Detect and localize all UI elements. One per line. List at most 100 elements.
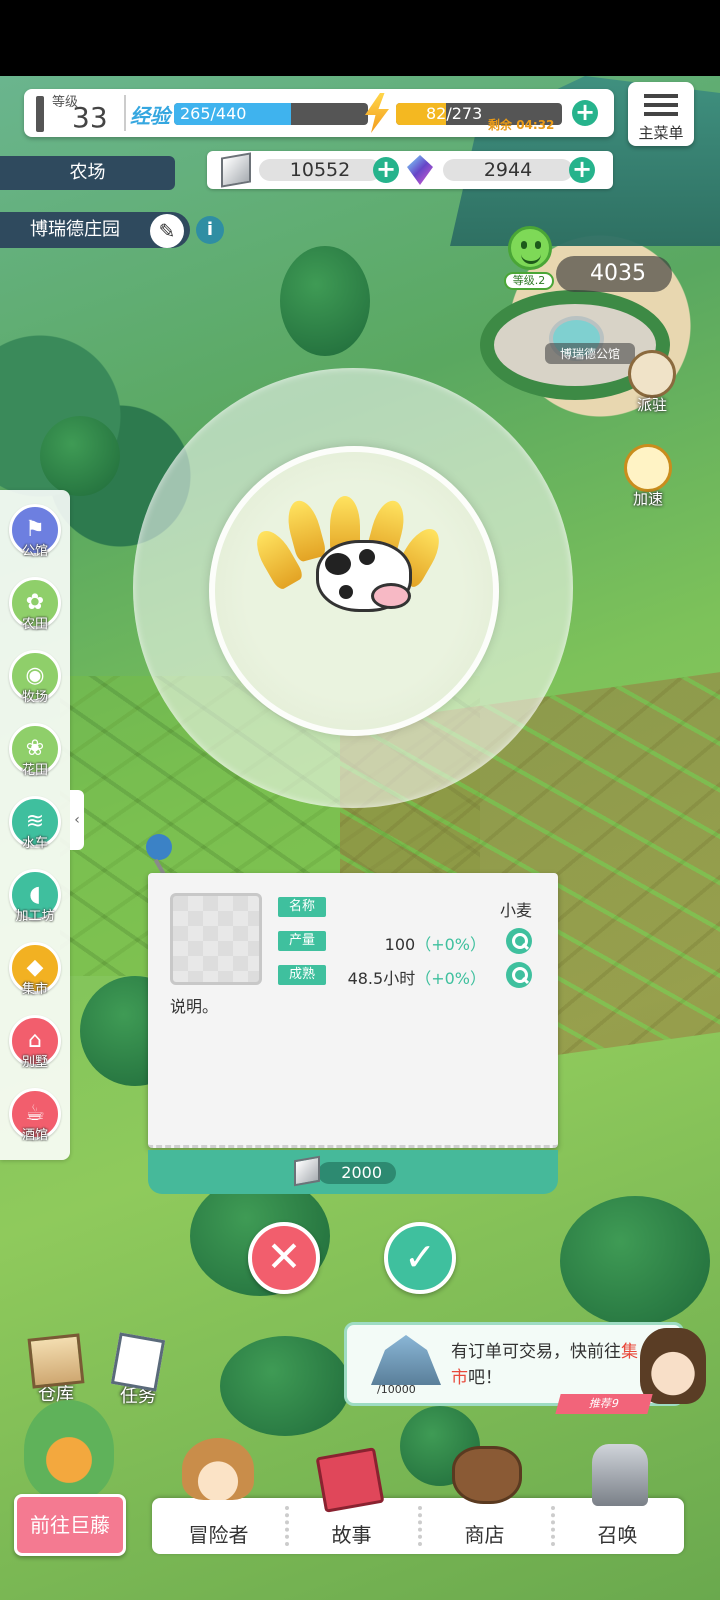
cow-nose <box>371 583 411 609</box>
sidebar-item-market[interactable]: ◆ 集市 <box>6 942 64 1012</box>
quest-button[interactable]: 任务 <box>106 1332 170 1408</box>
exp-label: 经验 <box>130 104 170 128</box>
tree <box>560 1196 710 1326</box>
energy-timer: 剩余 04:32 <box>488 116 554 133</box>
crystal-amount: 2944 <box>443 159 573 181</box>
level-marker <box>36 96 44 132</box>
sidebar-item-farmland[interactable]: ✿ 农田 <box>6 577 64 647</box>
speed-up-button[interactable]: 加速 <box>618 444 678 514</box>
info-icon[interactable]: i <box>196 216 224 244</box>
nav-label: 故事 <box>331 1523 372 1547</box>
building-sidebar: ⚑ 公馆 ✿ 农田 ◉ 牧场 ❀ 花田 ≋ 水车 ◖ 加工坊 ◆ 集市 ⌂ 别墅… <box>0 490 70 1160</box>
warehouse-icon <box>27 1333 85 1389</box>
nav-shop[interactable]: 商店 <box>418 1498 551 1554</box>
add-crystal-button[interactable]: + <box>569 157 595 183</box>
main-menu-label: 主菜单 <box>638 124 684 142</box>
bottom-nav: 冒险者 故事 商店 召唤 <box>152 1498 684 1554</box>
divider <box>124 95 126 131</box>
crop-info-card: 名称 小麦 产量 100（+0%） 成熟 48.5小时（+0%） 说明。 <box>148 873 558 1148</box>
quest-icon <box>110 1332 166 1392</box>
sidebar-label: 水车 <box>21 836 48 851</box>
timer-value: 04:32 <box>516 118 555 132</box>
crystal-icon <box>407 155 433 185</box>
pin-map-icon <box>628 350 676 398</box>
summon-icon <box>592 1444 648 1506</box>
notice-message: 有订单可交易，快前往集市吧！ <box>451 1339 641 1391</box>
add-stone-button[interactable]: + <box>373 157 399 183</box>
edit-pencil-icon[interactable]: ✎ <box>150 214 184 248</box>
npc-avatar[interactable] <box>640 1328 706 1404</box>
nav-label: 冒险者 <box>188 1523 249 1547</box>
stone-icon <box>294 1155 320 1187</box>
sidebar-item-villa[interactable]: ⌂ 别墅 <box>6 1015 64 1085</box>
sidebar-label: 花田 <box>21 763 48 778</box>
yield-value: 100（+0%） <box>385 931 486 955</box>
cancel-button[interactable]: ✕ <box>248 1222 320 1294</box>
exp-bar: 265/440 <box>174 103 368 125</box>
market-stall-icon <box>371 1335 441 1385</box>
speed-up-label: 加速 <box>632 490 663 508</box>
sidebar-label: 加工坊 <box>15 909 55 924</box>
sidebar-item-workshop[interactable]: ◖ 加工坊 <box>6 869 64 939</box>
cow-spot <box>359 549 375 565</box>
cost-bar: 2000 <box>148 1150 558 1194</box>
mature-magnifier-icon[interactable] <box>506 962 532 988</box>
name-tag: 名称 <box>278 897 326 917</box>
confirm-button[interactable]: ✓ <box>384 1222 456 1294</box>
shop-bag-icon <box>452 1446 522 1504</box>
crop-thumbnail <box>170 893 262 985</box>
nav-summon[interactable]: 召唤 <box>551 1498 684 1554</box>
warehouse-button[interactable]: 仓库 <box>24 1333 88 1406</box>
nav-adventurer[interactable]: 冒险者 <box>152 1498 285 1554</box>
pin-head <box>146 834 172 860</box>
sidebar-item-waterwheel[interactable]: ≋ 水车 <box>6 796 64 866</box>
giant-vine-icon <box>24 1400 114 1500</box>
sidebar-label: 酒馆 <box>21 1128 48 1143</box>
yield-magnifier-icon[interactable] <box>506 928 532 954</box>
stone-amount: 10552 <box>259 159 381 181</box>
notice-text-1: 有订单可交易，快前往 <box>451 1342 621 1362</box>
happiness-face-icon[interactable] <box>508 226 552 270</box>
station-button[interactable]: 派驻 <box>622 350 682 420</box>
recommend-badge: 推荐9 <box>555 1394 653 1414</box>
mature-tag: 成熟 <box>278 965 326 985</box>
mature-time: 48.5小时 <box>347 969 416 988</box>
exp-text: 265/440 <box>180 104 247 123</box>
energy-text: 82/273 <box>426 104 483 123</box>
sidebar-item-ranch[interactable]: ◉ 牧场 <box>6 650 64 720</box>
sidebar-label: 集市 <box>21 982 48 997</box>
timer-label: 剩余 <box>488 118 513 132</box>
adventurer-icon <box>182 1438 254 1500</box>
cow-mascot-icon <box>316 540 412 612</box>
sidebar-label: 牧场 <box>21 690 48 705</box>
lightning-icon <box>365 93 389 133</box>
station-label: 派驻 <box>636 396 667 414</box>
level-value: 33 <box>72 101 108 134</box>
tree <box>220 1336 350 1436</box>
sidebar-item-flowerfield[interactable]: ❀ 花田 <box>6 723 64 793</box>
yield-number: 100 <box>384 935 416 954</box>
currency-bar: 10552 + 2944 + <box>207 151 613 189</box>
go-to-giant-vine-button[interactable]: 前往巨藤 <box>14 1494 126 1556</box>
nav-label: 商店 <box>464 1523 505 1547</box>
hamburger-icon <box>644 94 678 116</box>
notice-text-2: 吧！ <box>468 1368 502 1388</box>
sidebar-item-tavern[interactable]: ☕ 酒馆 <box>6 1088 64 1158</box>
sidebar-collapse-handle[interactable]: ‹ <box>70 790 84 850</box>
crop-name: 小麦 <box>499 901 532 920</box>
main-menu-button[interactable]: 主菜单 <box>628 82 694 146</box>
sidebar-label: 别墅 <box>21 1055 48 1070</box>
cow-spot <box>325 553 351 575</box>
stone-icon <box>221 152 251 188</box>
mature-value: 48.5小时（+0%） <box>348 965 486 989</box>
yield-tag: 产量 <box>278 931 326 951</box>
crop-description: 说明。 <box>170 997 219 1016</box>
sidebar-item-mansion[interactable]: ⚑ 公馆 <box>6 504 64 574</box>
sidebar-label: 公馆 <box>21 544 48 559</box>
nav-label: 召唤 <box>597 1523 638 1547</box>
add-energy-button[interactable]: + <box>572 100 598 126</box>
building-level: 等级.2 <box>504 272 554 290</box>
yield-bonus: （+0%） <box>415 935 486 954</box>
cost-value: 2000 <box>318 1162 396 1184</box>
tree <box>280 246 370 356</box>
